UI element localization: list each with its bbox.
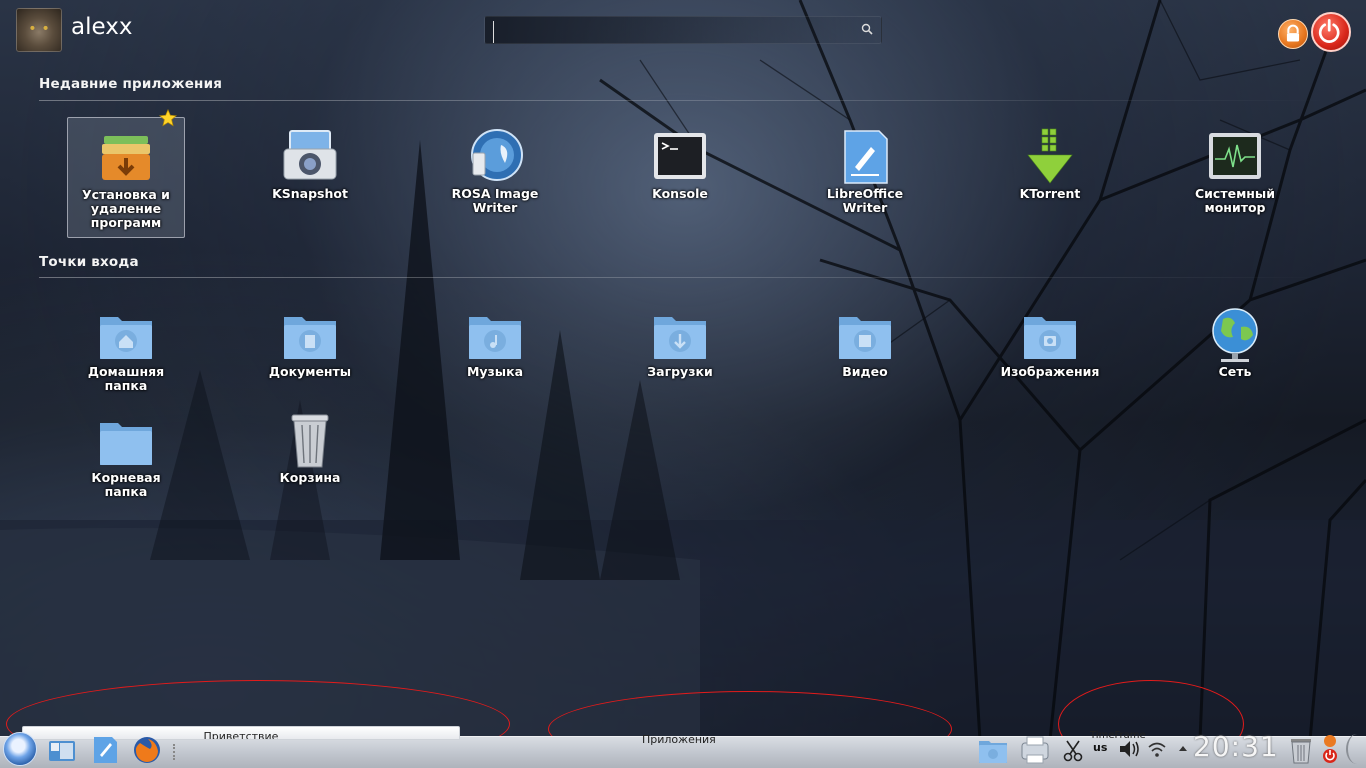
app-tile-system-monitor[interactable]: Системный монитор xyxy=(1176,127,1294,215)
document-writer-icon xyxy=(844,130,888,184)
section-divider xyxy=(39,100,1329,101)
place-label: Видео xyxy=(842,364,888,379)
wallpaper xyxy=(0,0,1366,741)
home-folder-icon xyxy=(100,317,152,359)
app-label: KSnapshot xyxy=(272,186,348,201)
music-folder-icon xyxy=(469,317,521,359)
place-label: Изображения xyxy=(1000,364,1100,379)
downloads-folder-icon xyxy=(654,317,706,359)
usb-writer-icon xyxy=(471,129,523,181)
place-tile-music[interactable]: Музыка xyxy=(436,305,554,379)
place-tile-downloads[interactable]: Загрузки xyxy=(621,305,739,379)
desktop-folder-icon[interactable] xyxy=(978,733,1008,765)
place-tile-network[interactable]: Сеть xyxy=(1176,305,1294,379)
star-icon xyxy=(159,109,177,127)
system-monitor-icon xyxy=(1209,133,1261,179)
power-icon xyxy=(1318,18,1340,43)
app-tile-ktorrent[interactable]: KTorrent xyxy=(991,127,1109,201)
user-avatar[interactable] xyxy=(16,8,62,52)
place-label: Музыка xyxy=(466,364,524,379)
app-label: Установка и удаление программ xyxy=(82,187,170,230)
place-tile-video[interactable]: Видео xyxy=(806,305,924,379)
app-label: KTorrent xyxy=(1019,186,1081,201)
tab-welcome-label: Приветствие xyxy=(203,730,279,740)
keyboard-layout-indicator[interactable]: us xyxy=(1093,741,1107,754)
documents-folder-icon xyxy=(284,317,336,359)
lock-icon xyxy=(1286,24,1300,42)
place-label: Домашняя папка xyxy=(87,364,165,393)
place-label: Загрузки xyxy=(647,364,713,379)
app-label: Системный монитор xyxy=(1195,186,1275,215)
taskbar-separator xyxy=(173,744,178,760)
wifi-icon[interactable] xyxy=(1146,733,1168,765)
pictures-folder-icon xyxy=(1024,317,1076,359)
place-label: Корневая папка xyxy=(91,470,161,499)
video-folder-icon xyxy=(839,317,891,359)
clock[interactable]: 20:31 xyxy=(1193,730,1279,763)
terminal-icon xyxy=(654,133,706,179)
trash-tray-icon[interactable] xyxy=(1286,733,1316,765)
places-title: Точки входа xyxy=(39,254,139,270)
package-installer-icon xyxy=(102,136,150,180)
place-tile-documents[interactable]: Документы xyxy=(251,305,369,379)
place-tile-trash[interactable]: Корзина xyxy=(251,411,369,485)
camera-icon xyxy=(283,130,337,180)
network-globe-icon xyxy=(1212,308,1258,362)
file-manager-icon[interactable] xyxy=(47,733,77,765)
tab-applications[interactable]: Приложения xyxy=(642,733,716,746)
place-label: Документы xyxy=(268,364,352,379)
place-tile-home[interactable]: Домашняя папка xyxy=(67,305,185,393)
session-lock-power-icon[interactable] xyxy=(1320,733,1340,765)
app-tile-package-installer[interactable]: Установка и удаление программ xyxy=(67,117,185,238)
app-label: ROSA Image Writer xyxy=(451,186,539,215)
tab-welcome[interactable]: Приветствие xyxy=(22,726,460,740)
app-tile-libreoffice-writer[interactable]: LibreOffice Writer xyxy=(806,127,924,215)
trash-icon xyxy=(291,414,329,468)
search-box[interactable] xyxy=(484,16,882,44)
printer-icon[interactable] xyxy=(1020,733,1050,765)
volume-icon[interactable] xyxy=(1118,733,1142,765)
app-label: LibreOffice Writer xyxy=(826,186,904,215)
recent-apps-title: Недавние приложения xyxy=(39,76,223,92)
start-menu-button[interactable] xyxy=(3,732,37,766)
app-tile-rosa-image-writer[interactable]: ROSA Image Writer xyxy=(436,127,554,215)
place-tile-root[interactable]: Корневая папка xyxy=(67,411,185,499)
firefox-icon[interactable] xyxy=(132,733,162,765)
tray-expand-arrow-icon[interactable] xyxy=(1176,733,1190,765)
panel-edge-handle[interactable] xyxy=(1346,734,1366,764)
place-label: Корзина xyxy=(279,470,341,485)
torrent-icon xyxy=(1027,128,1073,184)
app-tile-konsole[interactable]: Konsole xyxy=(621,127,739,201)
app-label: Konsole xyxy=(652,186,708,201)
lock-button[interactable] xyxy=(1278,19,1308,49)
app-tile-ksnapshot[interactable]: KSnapshot xyxy=(251,127,369,201)
section-divider xyxy=(39,277,1329,278)
scissors-icon[interactable] xyxy=(1062,733,1084,765)
search-icon[interactable] xyxy=(861,23,873,35)
place-tile-pictures[interactable]: Изображения xyxy=(991,305,1109,379)
place-label: Сеть xyxy=(1218,364,1252,379)
root-folder-icon xyxy=(100,423,152,465)
writer-launcher-icon[interactable] xyxy=(90,733,120,765)
username: alexx xyxy=(71,14,133,40)
search-input[interactable] xyxy=(493,21,858,43)
power-button[interactable] xyxy=(1311,12,1351,52)
